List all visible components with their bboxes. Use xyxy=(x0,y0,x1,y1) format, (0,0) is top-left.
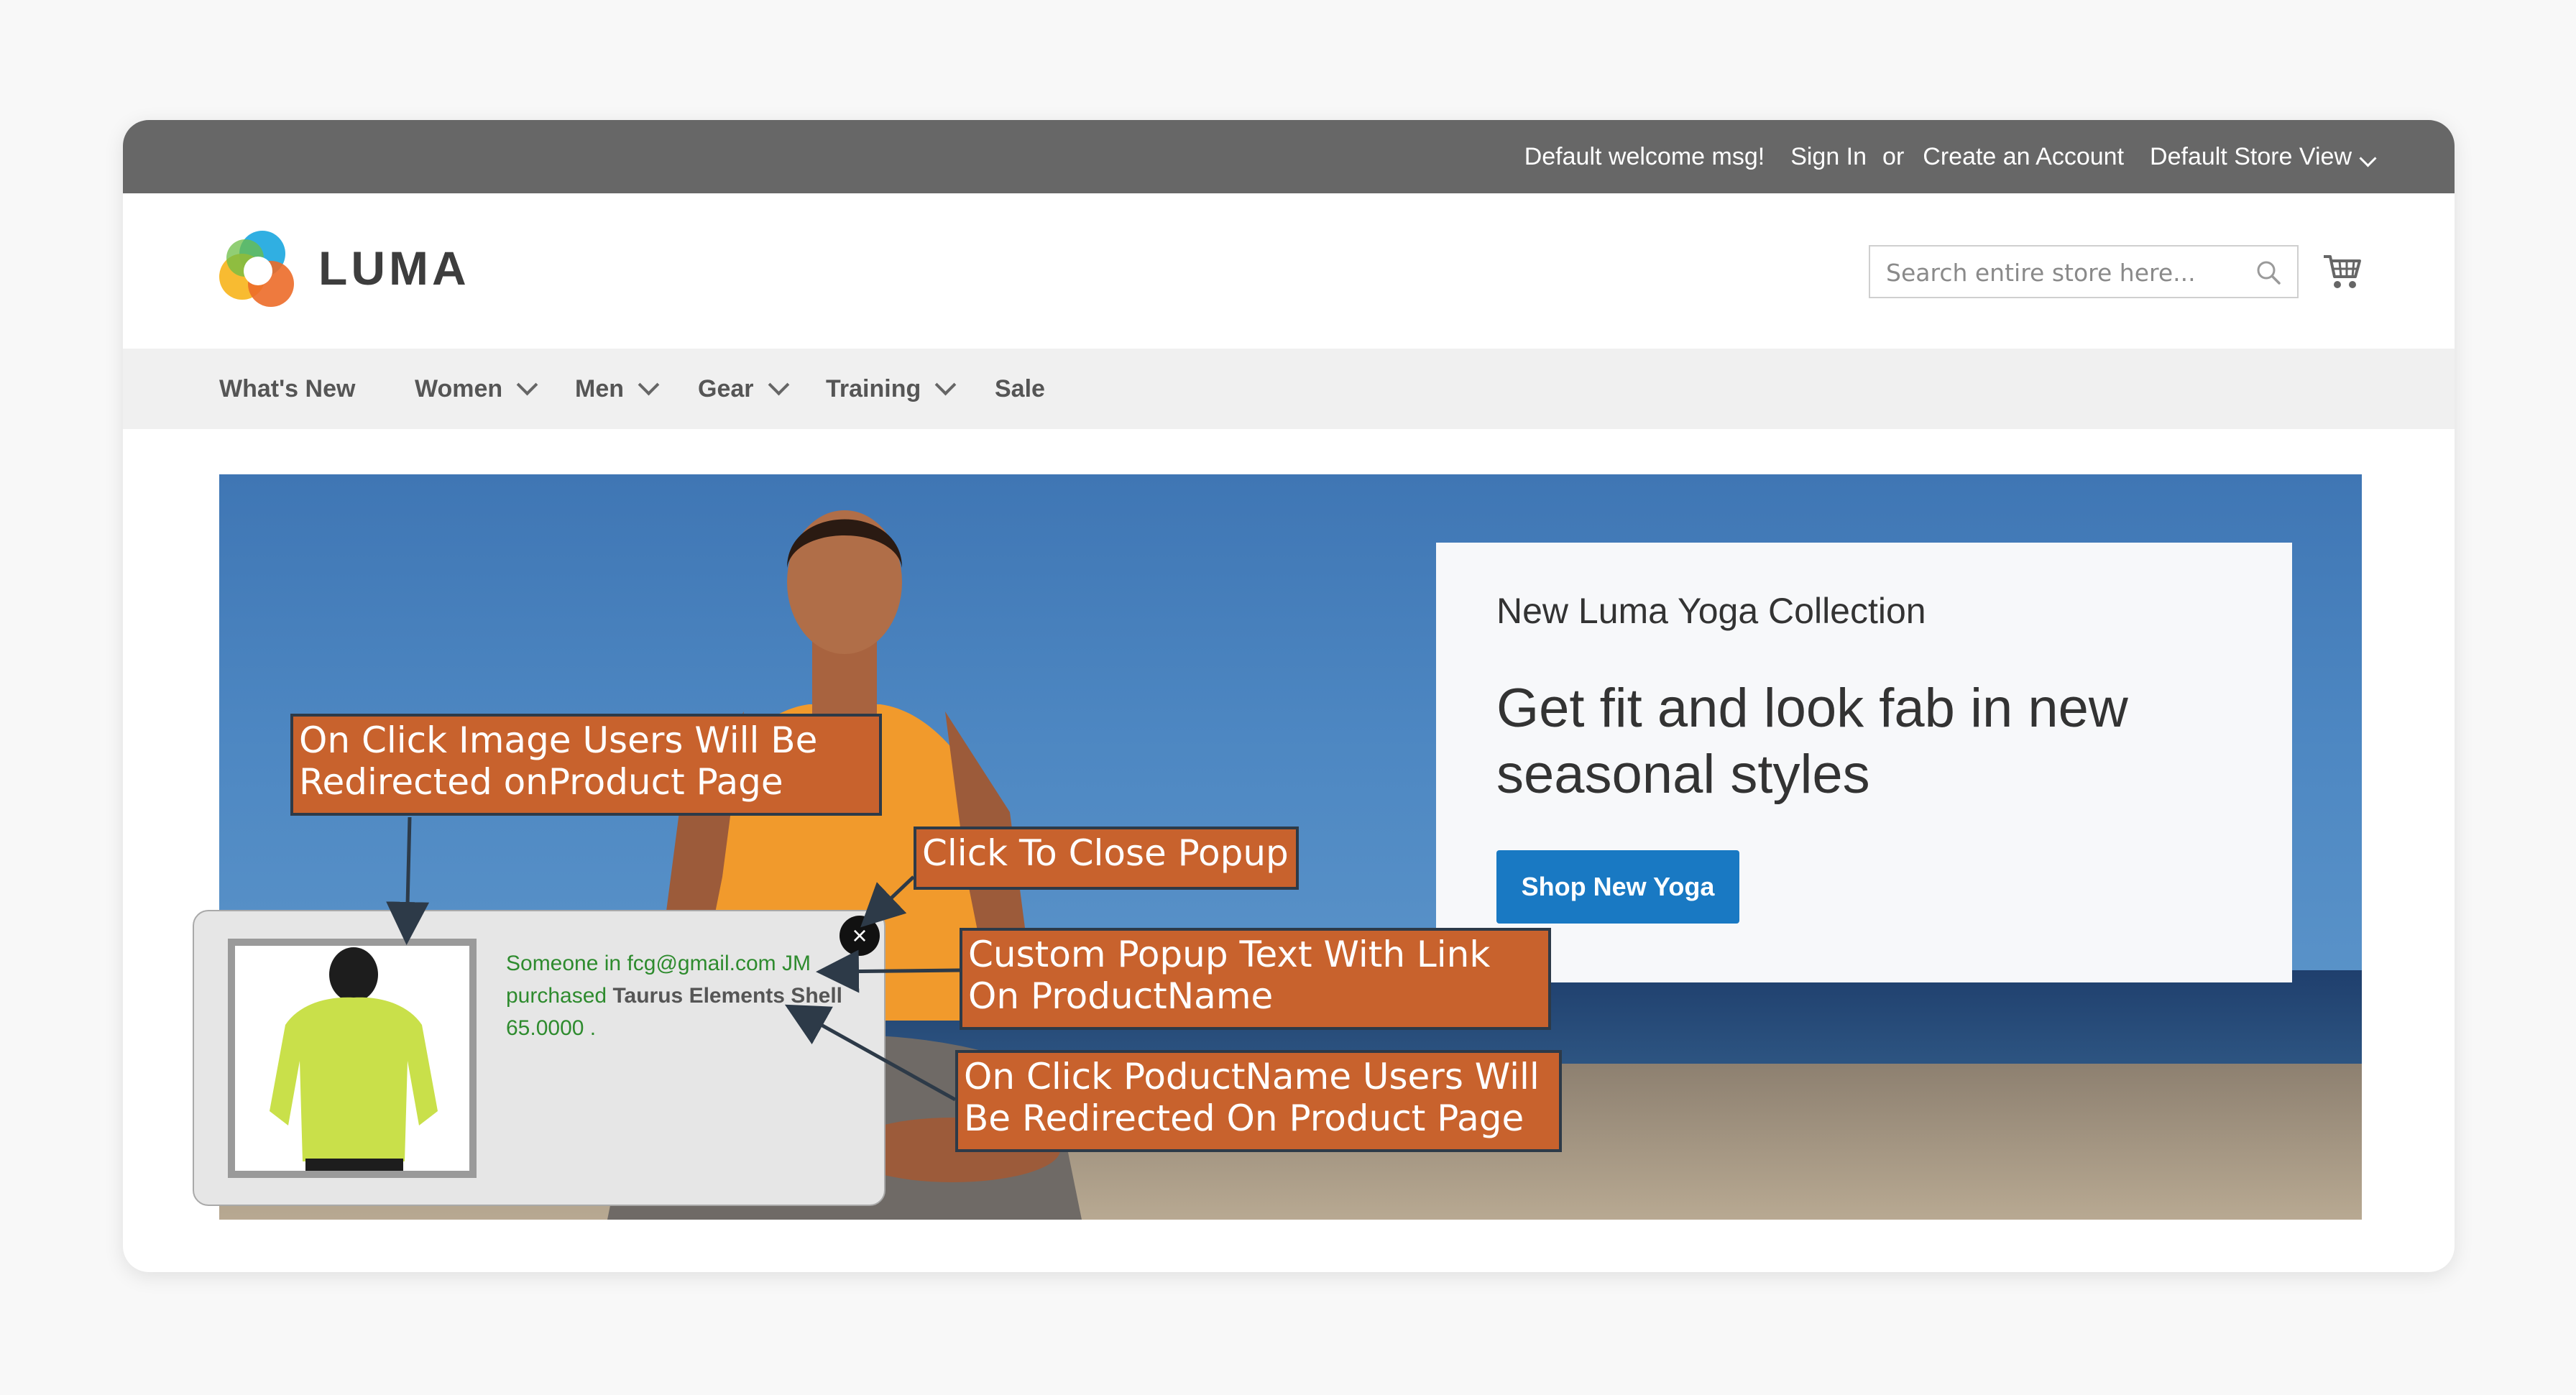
arrow-to-image xyxy=(386,816,430,945)
arrow-to-popup-text xyxy=(816,949,960,993)
arrow-to-close xyxy=(860,875,915,928)
annotation-arrows xyxy=(386,816,960,1102)
arrow-to-product-name xyxy=(784,1004,957,1102)
